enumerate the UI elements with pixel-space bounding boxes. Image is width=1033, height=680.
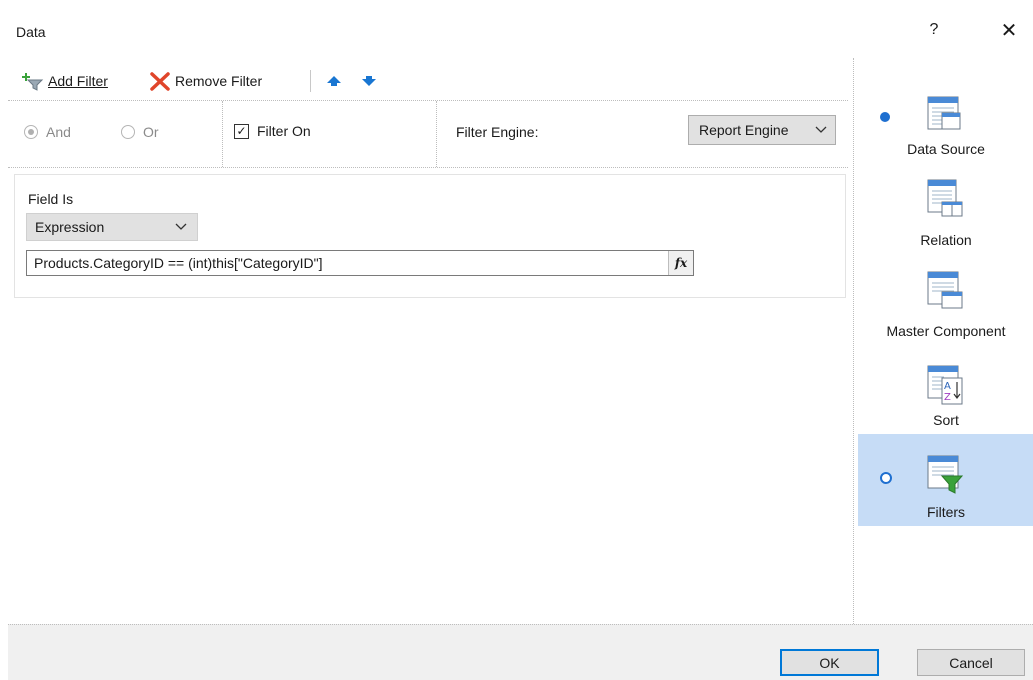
filter-engine-value: Report Engine xyxy=(699,122,789,138)
nav-item-filters[interactable]: Filters xyxy=(858,434,1033,526)
move-down-button[interactable] xyxy=(360,68,378,94)
close-button[interactable]: ✕ xyxy=(998,18,1020,44)
relation-icon xyxy=(924,176,964,217)
or-radio[interactable]: Or xyxy=(121,124,159,140)
filter-item-panel[interactable]: Field Is Expression Products.CategoryID … xyxy=(14,174,846,298)
radio-circle-icon xyxy=(24,125,38,139)
title-bar: Data ? ✕ xyxy=(8,8,1033,56)
filter-options-row: And Or ✓ Filter On Filter Engine: Report… xyxy=(8,100,848,168)
nav-label: Master Component xyxy=(886,323,1006,339)
svg-text:Z: Z xyxy=(944,392,951,403)
nav-label: Relation xyxy=(920,232,972,248)
filter-on-label: Filter On xyxy=(257,123,311,139)
bullet-icon xyxy=(880,472,892,484)
and-label: And xyxy=(46,124,71,140)
remove-filter-icon xyxy=(149,71,171,91)
cancel-button[interactable]: Cancel xyxy=(917,649,1025,676)
nav-item-data-source[interactable]: Data Source xyxy=(858,88,1033,168)
filter-engine-label: Filter Engine: xyxy=(456,124,539,140)
arrow-up-icon xyxy=(325,73,343,89)
data-source-icon xyxy=(924,93,964,133)
move-up-button[interactable] xyxy=(325,68,343,94)
filter-engine-select[interactable]: Report Engine xyxy=(688,115,836,145)
nav-item-sort[interactable]: A Z Sort xyxy=(858,362,1033,442)
expression-text: Products.CategoryID == (int)this["Catego… xyxy=(34,255,323,271)
bullet-icon xyxy=(880,112,890,122)
expression-input[interactable]: Products.CategoryID == (int)this["Catego… xyxy=(26,250,694,276)
add-filter-icon xyxy=(22,71,44,91)
toolbar: Add Filter Remove Filter xyxy=(8,64,848,98)
data-dialog: Data ? ✕ Add Filter Remove Filter And Or… xyxy=(8,8,1033,680)
or-label: Or xyxy=(143,124,159,140)
remove-filter-button[interactable]: Remove Filter xyxy=(149,68,262,94)
chevron-down-icon xyxy=(815,126,827,134)
dialog-button-bar: OK Cancel xyxy=(8,624,1033,680)
add-filter-label: Add Filter xyxy=(48,73,108,89)
svg-text:A: A xyxy=(944,381,951,392)
ok-button[interactable]: OK xyxy=(780,649,879,676)
and-radio[interactable]: And xyxy=(24,124,71,140)
nav-label: Filters xyxy=(926,504,966,520)
field-type-select[interactable]: Expression xyxy=(26,213,198,241)
field-type-value: Expression xyxy=(35,219,105,235)
nav-item-relation[interactable]: Relation xyxy=(858,176,1033,256)
filter-on-cell: ✓ Filter On xyxy=(224,101,437,167)
nav-item-master-component[interactable]: Master Component xyxy=(858,268,1033,348)
logic-cell: And Or xyxy=(8,101,223,167)
toolbar-separator xyxy=(310,70,311,92)
filter-on-checkbox[interactable]: ✓ Filter On xyxy=(234,123,311,139)
master-component-icon xyxy=(924,268,964,309)
field-is-label: Field Is xyxy=(28,191,74,207)
radio-circle-icon xyxy=(121,125,135,139)
remove-filter-label: Remove Filter xyxy=(175,73,263,89)
nav-label: Sort xyxy=(933,412,959,428)
chevron-down-icon xyxy=(175,223,187,231)
filter-engine-cell: Filter Engine: Report Engine xyxy=(438,101,848,167)
filters-icon xyxy=(924,452,964,494)
arrow-down-icon xyxy=(360,73,378,89)
add-filter-button[interactable]: Add Filter xyxy=(22,68,108,94)
sort-icon: A Z xyxy=(924,362,964,405)
nav-label: Data Source xyxy=(907,141,985,157)
expression-editor-button[interactable]: fx xyxy=(668,251,693,275)
dialog-title: Data xyxy=(16,24,46,40)
checkmark-icon: ✓ xyxy=(234,123,249,139)
category-nav: Data Source Relation Master Component A … xyxy=(853,58,1033,624)
help-button[interactable]: ? xyxy=(924,21,944,43)
